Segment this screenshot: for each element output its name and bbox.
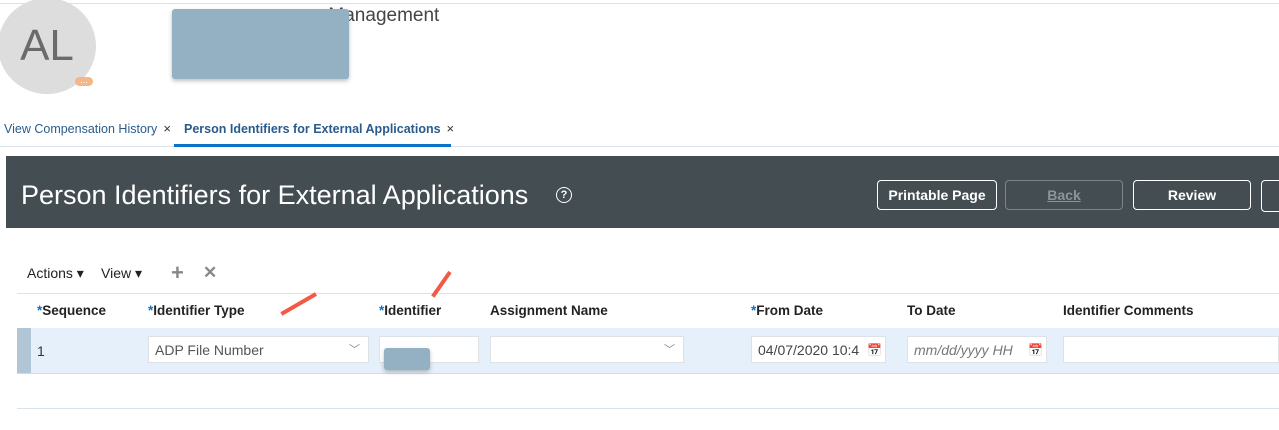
more-icon[interactable]: ...	[75, 76, 93, 86]
active-tab-indicator	[174, 144, 451, 147]
close-icon[interactable]: ×	[447, 121, 455, 136]
calendar-icon[interactable]: 📅	[1028, 337, 1043, 362]
printable-page-button[interactable]: Printable Page	[877, 180, 997, 210]
redaction-box	[384, 348, 430, 370]
identifier-comments-input[interactable]	[1063, 336, 1279, 363]
help-icon[interactable]: ?	[556, 187, 572, 203]
sequence-value: 1	[37, 343, 45, 359]
assignment-name-select[interactable]: ﹀	[490, 336, 684, 363]
col-assignment-name[interactable]: Assignment Name	[490, 303, 608, 318]
tab-person-identifiers[interactable]: Person Identifiers for External Applicat…	[184, 121, 454, 136]
calendar-icon[interactable]: 📅	[867, 337, 882, 362]
tab-label: View Compensation History	[4, 122, 158, 136]
col-from-date[interactable]: *From Date	[751, 303, 823, 318]
col-to-date[interactable]: To Date	[907, 303, 956, 318]
view-menu[interactable]: View ▾	[101, 265, 142, 282]
actions-menu[interactable]: Actions ▾	[27, 265, 84, 282]
col-identifier-type[interactable]: *Identifier Type	[148, 303, 245, 318]
from-date-input[interactable]: 04/07/2020 10:4 📅	[751, 336, 886, 363]
identifier-type-select[interactable]: ADP File Number ﹀	[148, 336, 369, 363]
bottom-divider	[17, 408, 1279, 409]
tab-view-compensation-history[interactable]: View Compensation History ×	[4, 121, 171, 136]
row-selector[interactable]	[17, 328, 31, 373]
review-button[interactable]: Review	[1133, 180, 1251, 210]
col-identifier-comments[interactable]: Identifier Comments	[1063, 303, 1194, 318]
avatar-initials: AL	[20, 21, 74, 70]
col-sequence[interactable]: *Sequence	[37, 303, 106, 318]
redaction-box	[172, 9, 349, 79]
next-button[interactable]	[1261, 180, 1279, 212]
tab-label: Person Identifiers for External Applicat…	[184, 122, 441, 136]
top-divider	[0, 3, 1279, 4]
to-date-input[interactable]: mm/dd/yyyy HH 📅	[907, 336, 1047, 363]
chevron-down-icon: ﹀	[664, 344, 675, 356]
back-button[interactable]: Back	[1005, 180, 1123, 210]
page-title: Person Identifiers for External Applicat…	[21, 180, 529, 210]
delete-icon[interactable]: ✕	[203, 263, 217, 283]
chevron-down-icon: ﹀	[349, 344, 360, 356]
col-identifier[interactable]: *Identifier	[379, 303, 441, 318]
add-icon[interactable]: +	[171, 260, 184, 286]
close-icon[interactable]: ×	[163, 121, 171, 136]
